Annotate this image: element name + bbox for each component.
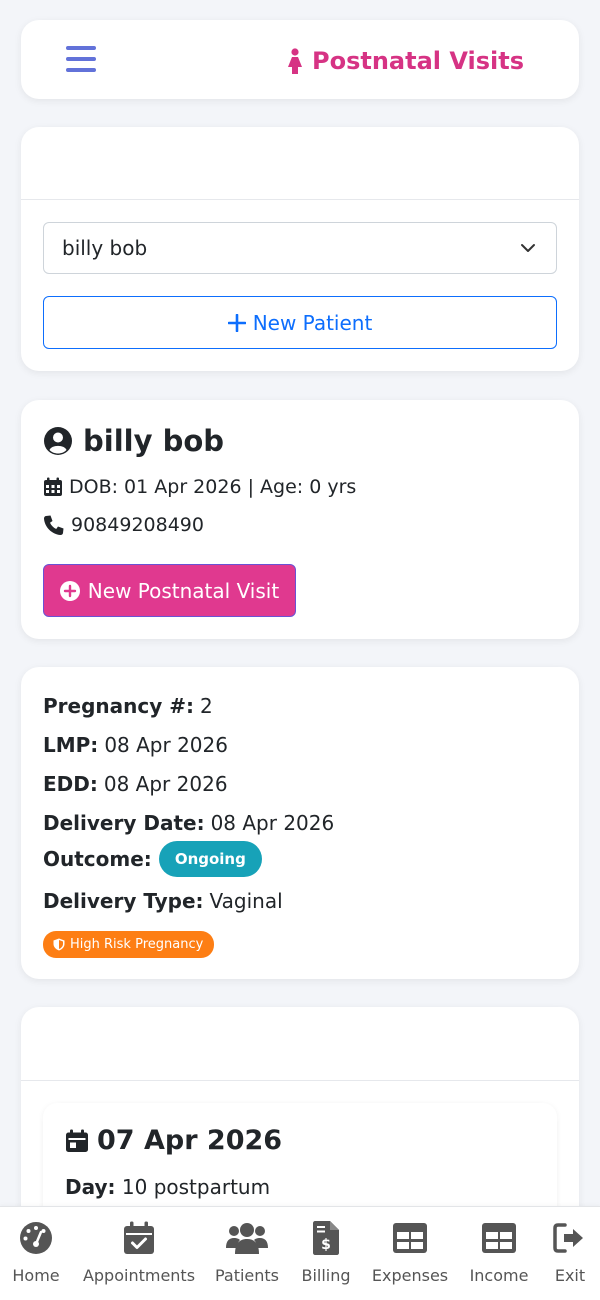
nav-home[interactable]: Home <box>12 1207 60 1300</box>
patient-phone: 90849208490 <box>43 514 204 536</box>
high-risk-badge-text: High Risk Pregnancy <box>70 937 204 952</box>
visit-day-label: Day: <box>65 1175 116 1199</box>
calendar-icon <box>66 1129 88 1152</box>
shield-icon <box>53 938 65 951</box>
table-icon <box>393 1223 427 1253</box>
outcome-badge: Ongoing <box>158 841 262 877</box>
nav-exit[interactable]: Exit <box>550 1207 590 1300</box>
pregnancy-card: Pregnancy #: 2 LMP: 08 Apr 2026 EDD: 08 … <box>21 667 579 979</box>
patient-select[interactable]: billy bob <box>43 222 557 274</box>
divider <box>21 1080 579 1081</box>
nav-appointments[interactable]: Appointments <box>82 1207 196 1300</box>
outcome-row: Outcome: Ongoing <box>43 841 262 877</box>
table-icon <box>482 1223 516 1253</box>
new-postnatal-visit-label: New Postnatal Visit <box>87 578 280 603</box>
chevron-down-icon <box>521 244 535 252</box>
nav-expenses-label: Expenses <box>371 1266 449 1285</box>
users-icon <box>226 1223 268 1254</box>
nav-income-label: Income <box>469 1266 529 1285</box>
patient-name: billy bob <box>43 424 224 458</box>
nav-billing[interactable]: $ Billing <box>300 1207 352 1300</box>
edd-value: 08 Apr 2026 <box>103 772 228 796</box>
edd-row: EDD: 08 Apr 2026 <box>43 772 228 796</box>
delivery-type-value: Vaginal <box>209 889 283 913</box>
patient-phone-text: 90849208490 <box>71 514 204 536</box>
lmp-value: 08 Apr 2026 <box>104 733 228 757</box>
delivery-date-row: Delivery Date: 08 Apr 2026 <box>43 811 334 835</box>
page-title-text: Postnatal Visits <box>312 47 525 75</box>
delivery-date-value: 08 Apr 2026 <box>210 811 335 835</box>
invoice-dollar-icon: $ <box>313 1221 339 1255</box>
svg-text:$: $ <box>321 1237 331 1253</box>
app-header: Postnatal Visits <box>21 20 579 99</box>
delivery-date-label: Delivery Date: <box>43 811 205 835</box>
plus-icon <box>227 313 246 332</box>
patient-name-text: billy bob <box>83 424 225 458</box>
nav-patients[interactable]: Patients <box>214 1207 280 1300</box>
female-figure-icon <box>288 48 302 74</box>
patient-dob: DOB: 01 Apr 2026 | Age: 0 yrs <box>43 476 356 498</box>
nav-billing-label: Billing <box>301 1266 351 1285</box>
new-postnatal-visit-button[interactable]: New Postnatal Visit <box>43 564 296 617</box>
edd-label: EDD: <box>43 772 98 796</box>
visit-day: Day: 10 postpartum <box>65 1175 270 1199</box>
patient-select-card: billy bob New Patient <box>21 127 579 371</box>
new-patient-button[interactable]: New Patient <box>43 296 557 349</box>
pregnancy-number-value: 2 <box>200 694 213 718</box>
dashboard-icon <box>20 1222 52 1254</box>
visit-day-value: 10 postpartum <box>121 1175 271 1199</box>
pregnancy-number-row: Pregnancy #: 2 <box>43 694 213 718</box>
lmp-label: LMP: <box>43 733 99 757</box>
lmp-row: LMP: 08 Apr 2026 <box>43 733 228 757</box>
sign-out-icon <box>553 1223 583 1253</box>
delivery-type-label: Delivery Type: <box>43 889 204 913</box>
page-title: Postnatal Visits <box>287 46 524 76</box>
user-circle-icon <box>44 427 72 455</box>
bottom-nav: Home Appointments Patients $ Billing Exp… <box>0 1206 600 1300</box>
pregnancy-number-label: Pregnancy #: <box>43 694 194 718</box>
visit-date-text: 07 Apr 2026 <box>97 1125 283 1156</box>
visit-date: 07 Apr 2026 <box>65 1125 282 1156</box>
calendar-check-icon <box>124 1221 154 1254</box>
hamburger-icon[interactable] <box>66 46 96 72</box>
patient-select-value: billy bob <box>62 236 148 260</box>
outcome-label: Outcome: <box>43 847 152 871</box>
high-risk-badge: High Risk Pregnancy <box>43 931 215 958</box>
nav-patients-label: Patients <box>214 1266 280 1285</box>
calendar-icon <box>44 477 62 496</box>
delivery-type-row: Delivery Type: Vaginal <box>43 889 283 913</box>
divider <box>21 199 579 200</box>
patient-dob-text: DOB: 01 Apr 2026 | Age: 0 yrs <box>69 476 357 498</box>
nav-expenses[interactable]: Expenses <box>371 1207 449 1300</box>
patient-info-card: billy bob DOB: 01 Apr 2026 | Age: 0 yrs … <box>21 400 579 639</box>
nav-income[interactable]: Income <box>468 1207 530 1300</box>
phone-icon <box>44 515 64 535</box>
new-patient-label: New Patient <box>252 310 373 335</box>
nav-appointments-label: Appointments <box>82 1266 196 1285</box>
nav-exit-label: Exit <box>554 1266 586 1285</box>
plus-circle-icon <box>59 580 80 601</box>
nav-home-label: Home <box>12 1266 60 1285</box>
